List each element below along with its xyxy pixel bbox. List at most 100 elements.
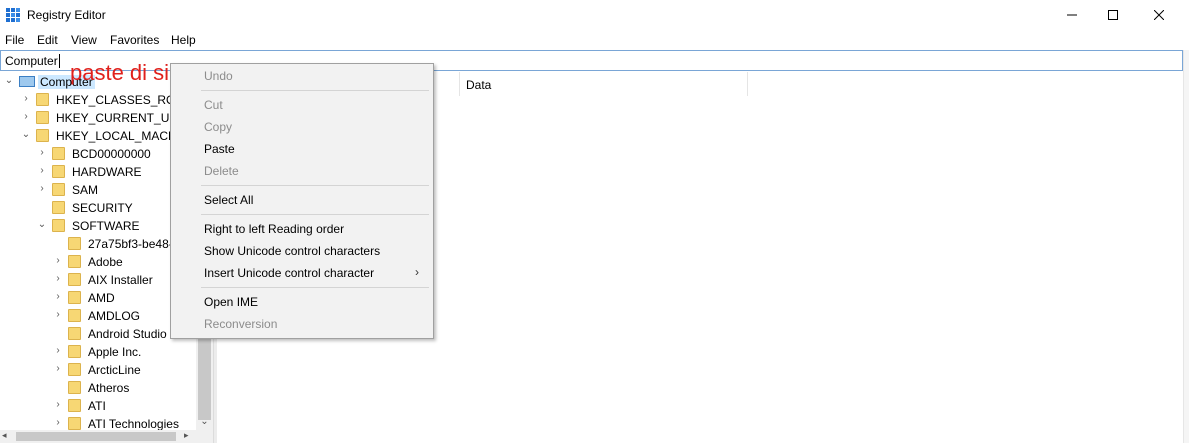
ctx-reconversion[interactable]: Reconversion bbox=[171, 313, 433, 335]
folder-icon bbox=[52, 147, 65, 160]
ctx-select-all-label: Select All bbox=[204, 193, 254, 207]
annotation-text: paste di sini bbox=[70, 60, 187, 85]
folder-icon bbox=[68, 309, 81, 322]
tree-horizontal-scroll-thumb[interactable] bbox=[16, 432, 176, 441]
tree-item-aix-installer[interactable]: › AIX Installer bbox=[0, 271, 196, 289]
chevron-right-icon[interactable]: › bbox=[53, 291, 63, 303]
text-caret bbox=[59, 54, 60, 68]
window-title: Registry Editor bbox=[27, 8, 106, 22]
close-button[interactable] bbox=[1136, 0, 1182, 30]
chevron-right-icon[interactable]: › bbox=[21, 111, 31, 123]
maximize-button[interactable] bbox=[1090, 0, 1136, 30]
chevron-right-icon[interactable]: › bbox=[53, 309, 63, 321]
scroll-left-icon[interactable]: ◂ bbox=[2, 430, 7, 441]
chevron-right-icon[interactable]: › bbox=[37, 147, 47, 159]
chevron-right-icon[interactable]: › bbox=[21, 93, 31, 105]
edit-context-menu: Undo Cut Copy Paste Delete Select All Ri… bbox=[170, 63, 434, 339]
folder-icon bbox=[68, 273, 81, 286]
ctx-open-ime-label: Open IME bbox=[204, 295, 259, 309]
tree-item-android-studio[interactable]: Android Studio bbox=[0, 325, 196, 343]
tree-item-apple-inc[interactable]: › Apple Inc. bbox=[0, 343, 196, 361]
registry-editor-app-icon bbox=[6, 8, 20, 22]
folder-icon bbox=[68, 345, 81, 358]
menu-view[interactable]: View bbox=[71, 33, 97, 47]
scroll-right-icon[interactable]: ▸ bbox=[184, 430, 189, 441]
ctx-cut[interactable]: Cut bbox=[171, 94, 433, 116]
menu-file[interactable]: File bbox=[5, 33, 24, 47]
tree-item-ati[interactable]: › ATI bbox=[0, 397, 196, 415]
tree-item-sam[interactable]: › SAM bbox=[0, 181, 196, 199]
ctx-rtl-label: Right to left Reading order bbox=[204, 222, 345, 236]
tree-item-label: ArcticLine bbox=[88, 363, 141, 377]
chevron-right-icon[interactable]: › bbox=[53, 399, 63, 411]
minimize-button[interactable] bbox=[1049, 0, 1095, 30]
tree-item-label: Adobe bbox=[88, 255, 123, 269]
tree-item-label: ATI bbox=[88, 399, 106, 413]
menu-favorites[interactable]: Favorites bbox=[110, 33, 159, 47]
folder-icon bbox=[52, 219, 65, 232]
minimize-icon bbox=[1067, 14, 1077, 16]
folder-icon bbox=[68, 291, 81, 304]
tree-item-adobe[interactable]: › Adobe bbox=[0, 253, 196, 271]
tree-item-hkey-classes-root[interactable]: › HKEY_CLASSES_ROOT bbox=[0, 91, 196, 109]
chevron-right-icon[interactable]: › bbox=[53, 255, 63, 267]
ctx-show-unicode[interactable]: Show Unicode control characters bbox=[171, 240, 433, 262]
maximize-icon bbox=[1108, 10, 1118, 20]
ctx-insert-unicode[interactable]: Insert Unicode control character › bbox=[171, 262, 433, 284]
menu-edit[interactable]: Edit bbox=[37, 33, 58, 47]
tree-item-amd[interactable]: › AMD bbox=[0, 289, 196, 307]
folder-icon bbox=[68, 237, 81, 250]
folder-icon bbox=[52, 201, 65, 214]
chevron-down-icon[interactable]: ⌄ bbox=[37, 219, 47, 231]
ctx-copy[interactable]: Copy bbox=[171, 116, 433, 138]
ctx-undo-label: Undo bbox=[204, 69, 233, 83]
tree-item-hkey-local-machine[interactable]: ⌄ HKEY_LOCAL_MACHINE bbox=[0, 127, 197, 145]
folder-icon bbox=[68, 327, 81, 340]
menu-help[interactable]: Help bbox=[171, 33, 196, 47]
tree-item-software[interactable]: ⌄ SOFTWARE bbox=[0, 217, 196, 235]
column-header-data[interactable]: Data bbox=[460, 72, 748, 96]
chevron-down-icon[interactable]: ⌄ bbox=[21, 129, 31, 141]
folder-icon bbox=[52, 165, 65, 178]
chevron-right-icon[interactable]: › bbox=[53, 273, 63, 285]
folder-icon bbox=[68, 381, 81, 394]
computer-icon bbox=[19, 76, 35, 87]
tree-item-label: AMD bbox=[88, 291, 115, 305]
tree-item-label: Apple Inc. bbox=[88, 345, 142, 359]
ctx-undo[interactable]: Undo bbox=[171, 65, 433, 87]
tree-item-label: ATI Technologies bbox=[88, 417, 179, 431]
chevron-right-icon[interactable]: › bbox=[53, 363, 63, 375]
tree-item-27a75bf3[interactable]: 27a75bf3-be48- bbox=[0, 235, 196, 253]
address-input-value: Computer bbox=[5, 54, 58, 68]
chevron-down-icon[interactable]: ⌄ bbox=[4, 75, 14, 87]
chevron-right-icon[interactable]: › bbox=[37, 183, 47, 195]
tree-item-label: Atheros bbox=[88, 381, 130, 395]
folder-icon bbox=[36, 111, 49, 124]
ctx-open-ime[interactable]: Open IME bbox=[171, 291, 433, 313]
tree-item-hkey-current-user[interactable]: › HKEY_CURRENT_USER bbox=[0, 109, 196, 127]
tree-item-bcd00000000[interactable]: › BCD00000000 bbox=[0, 145, 196, 163]
ctx-copy-label: Copy bbox=[204, 120, 233, 134]
chevron-right-icon[interactable]: › bbox=[53, 345, 63, 357]
tree-item-amdlog[interactable]: › AMDLOG bbox=[0, 307, 196, 325]
folder-icon bbox=[52, 183, 65, 196]
tree-item-atheros[interactable]: Atheros bbox=[0, 379, 196, 397]
scroll-down-icon[interactable]: ⌄ bbox=[196, 414, 213, 430]
tree-item-label: BCD00000000 bbox=[72, 147, 151, 161]
tree-item-security[interactable]: SECURITY bbox=[0, 199, 196, 217]
ctx-separator bbox=[201, 287, 429, 288]
ctx-paste[interactable]: Paste bbox=[171, 138, 433, 160]
close-icon bbox=[1154, 10, 1164, 20]
tree-item-hardware[interactable]: › HARDWARE bbox=[0, 163, 196, 181]
ctx-separator bbox=[201, 185, 429, 186]
ctx-delete[interactable]: Delete bbox=[171, 160, 433, 182]
chevron-right-icon[interactable]: › bbox=[37, 165, 47, 177]
chevron-right-icon[interactable]: › bbox=[53, 417, 63, 429]
tree-item-arcticline[interactable]: › ArcticLine bbox=[0, 361, 196, 379]
tree-item-label: HARDWARE bbox=[72, 165, 142, 179]
ctx-select-all[interactable]: Select All bbox=[171, 189, 433, 211]
tree-item-label: Android Studio bbox=[88, 327, 167, 341]
tree-item-label: 27a75bf3-be48- bbox=[88, 237, 173, 251]
ctx-insert-unicode-label: Insert Unicode control character bbox=[204, 266, 375, 280]
ctx-rtl-reading-order[interactable]: Right to left Reading order bbox=[171, 218, 433, 240]
